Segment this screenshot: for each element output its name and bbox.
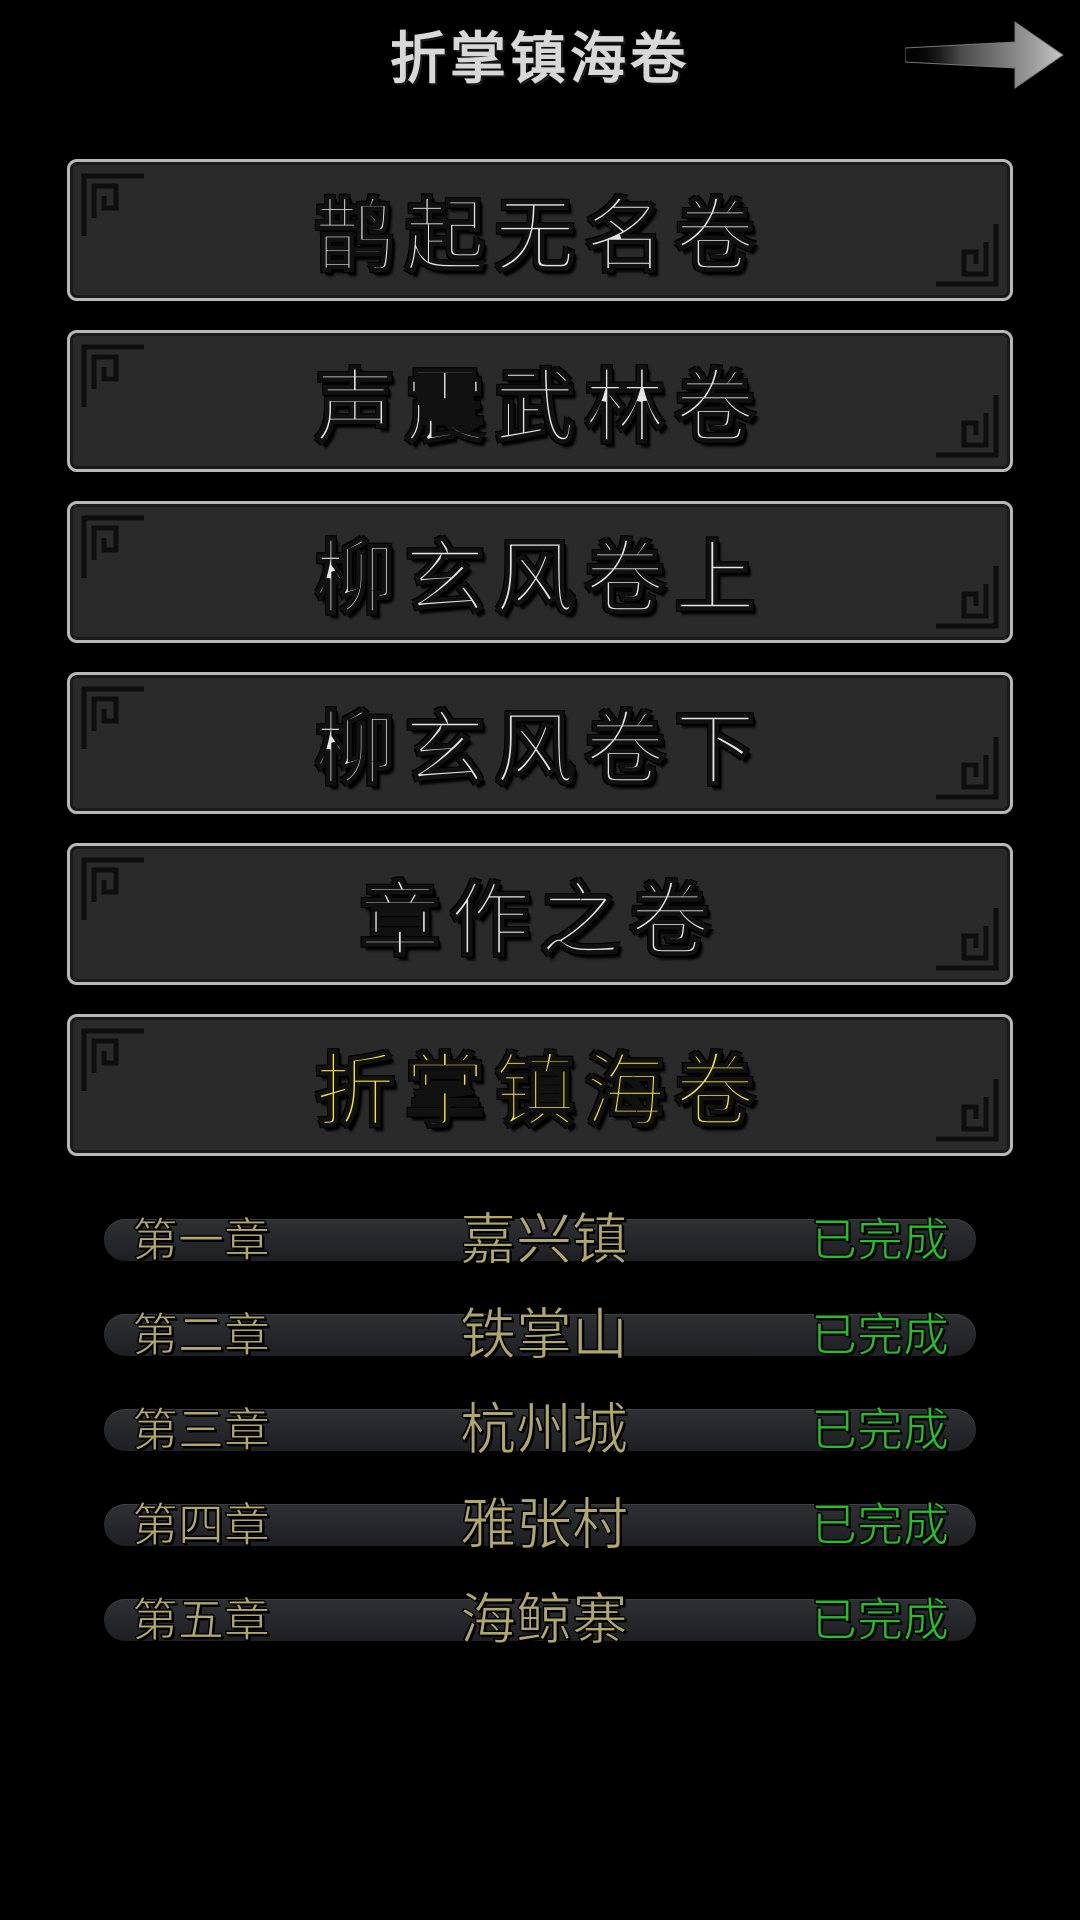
chapter-name: 杭州城 (460, 1398, 629, 1464)
volume-button-6-selected[interactable]: 折掌镇海卷 (67, 1014, 1013, 1156)
next-arrow-button[interactable] (904, 20, 1065, 90)
volume-label: 章作之卷 (359, 872, 720, 968)
volume-button-4[interactable]: 柳玄风卷下 (67, 672, 1013, 814)
volume-button-5[interactable]: 章作之卷 (67, 843, 1013, 985)
chapter-row[interactable]: 第五章 海鲸寨 已完成 (104, 1573, 976, 1668)
volume-button-2[interactable]: 声震武林卷 (67, 330, 1013, 472)
volume-label: 声震武林卷 (314, 359, 765, 455)
chapter-number: 第三章 (132, 1403, 271, 1458)
volume-list: 鹊起无名卷 声震武林卷 柳玄风卷上 柳玄风卷下 章作之卷 折掌镇海卷 (67, 159, 1013, 1185)
chapter-status: 已完成 (811, 1308, 950, 1363)
chapter-number: 第二章 (132, 1308, 271, 1363)
chapter-row[interactable]: 第四章 雅张村 已完成 (104, 1478, 976, 1573)
volume-label: 鹊起无名卷 (314, 188, 765, 284)
chapter-status: 已完成 (811, 1593, 950, 1648)
chapter-status: 已完成 (811, 1403, 950, 1458)
chapter-row[interactable]: 第一章 嘉兴镇 已完成 (104, 1193, 976, 1288)
chapter-row[interactable]: 第三章 杭州城 已完成 (104, 1383, 976, 1478)
chapter-name: 铁掌山 (460, 1303, 629, 1369)
chapter-name: 海鲸寨 (460, 1588, 629, 1654)
volume-button-3[interactable]: 柳玄风卷上 (67, 501, 1013, 643)
chapter-number: 第四章 (132, 1498, 271, 1553)
chapter-status: 已完成 (811, 1213, 950, 1268)
right-arrow-icon (904, 21, 1064, 89)
chapter-row[interactable]: 第二章 铁掌山 已完成 (104, 1288, 976, 1383)
chapter-list: 第一章 嘉兴镇 已完成 第二章 铁掌山 已完成 第三章 杭州城 已完成 第四章 … (104, 1193, 976, 1668)
chapter-status: 已完成 (811, 1498, 950, 1553)
chapter-name: 嘉兴镇 (460, 1208, 629, 1274)
chapter-number: 第一章 (132, 1213, 271, 1268)
chapter-number: 第五章 (132, 1593, 271, 1648)
volume-label: 柳玄风卷下 (314, 701, 765, 797)
volume-label: 柳玄风卷上 (314, 530, 765, 626)
chapter-name: 雅张村 (460, 1493, 629, 1559)
volume-button-1[interactable]: 鹊起无名卷 (67, 159, 1013, 301)
volume-label: 折掌镇海卷 (314, 1043, 765, 1139)
